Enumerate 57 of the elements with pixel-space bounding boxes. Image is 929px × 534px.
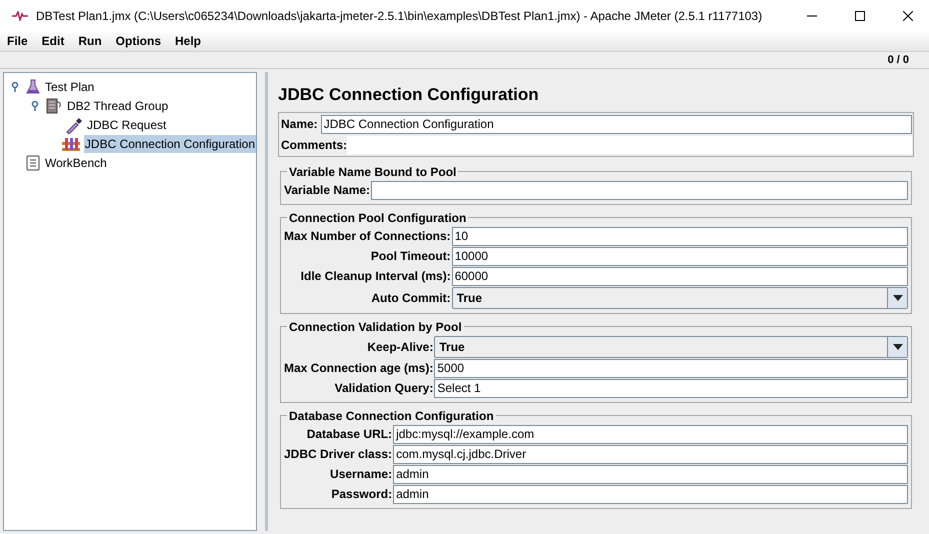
field-label: Database URL: (306, 426, 394, 443)
field-label: Max Number of Connections: (284, 228, 452, 245)
field-label: Username: (329, 466, 394, 483)
maximize-icon[interactable] (855, 10, 865, 20)
input-field[interactable]: 10000 (452, 246, 908, 266)
field-label: Auto Commit: (370, 290, 452, 306)
input-field[interactable]: com.mysql.cj.jdbc.Driver (393, 444, 908, 464)
expanded-handle-icon[interactable] (10, 82, 20, 92)
error-counter: 0 / 0 (888, 52, 909, 68)
tree-item[interactable]: JDBC Connection Configuration (84, 134, 256, 152)
field-label: JDBC Driver class: (284, 446, 394, 463)
field-label: Comments: (280, 136, 348, 154)
input-field[interactable]: 5000 (434, 358, 908, 378)
field-label: Max Connection age (ms): (284, 360, 434, 377)
field-label: Pool Timeout: (370, 248, 452, 265)
caret-icon (892, 344, 902, 350)
panel-title: JDBC Connection Configuration (278, 84, 540, 106)
menu-item[interactable]: Run (71, 32, 109, 50)
section-legend: Database Connection Configuration (287, 406, 496, 424)
input-field[interactable]: Select 1 (434, 378, 908, 398)
menu-item[interactable]: Help (168, 32, 208, 50)
input-field[interactable]: jdbc:mysql://example.com (393, 424, 908, 444)
tree-item[interactable]: JDBC Request (86, 116, 168, 134)
flask-icon (25, 78, 41, 94)
input-field[interactable] (371, 180, 908, 200)
dropper-icon (65, 116, 83, 134)
caret-icon (892, 294, 902, 300)
section-legend: Connection Pool Configuration (287, 208, 468, 226)
input-field[interactable]: admin (393, 484, 908, 504)
test-tubes-icon (60, 136, 81, 152)
section-legend: Variable Name Bound to Pool (287, 162, 458, 180)
comments-field[interactable] (347, 136, 912, 154)
input-field[interactable]: 10 (452, 226, 908, 246)
menu-item[interactable]: Options (108, 32, 168, 50)
menu-item[interactable]: Edit (34, 32, 72, 50)
section-legend: Connection Validation by Pool (287, 318, 464, 336)
dropdown[interactable]: True (452, 286, 908, 308)
input-field[interactable]: 60000 (452, 266, 908, 286)
field-label: Variable Name: (284, 182, 372, 199)
tree-item[interactable]: WorkBench (44, 154, 108, 172)
input-field[interactable]: JDBC Connection Configuration (320, 114, 912, 134)
field-label: Password: (330, 486, 394, 503)
close-icon[interactable] (903, 10, 913, 20)
tree-item[interactable]: Test Plan (44, 78, 96, 96)
field-label: Name: (280, 116, 318, 133)
dropdown[interactable]: True (434, 336, 908, 358)
field-label: Idle Cleanup Interval (ms): (300, 268, 452, 285)
app-icon (12, 10, 28, 20)
input-field[interactable]: admin (393, 464, 908, 484)
field-label: Keep-Alive: (366, 338, 434, 356)
clipboard-icon (25, 154, 41, 170)
field-label: Validation Query: (334, 380, 434, 397)
tree-item[interactable]: DB2 Thread Group (66, 96, 170, 114)
expanded-handle-icon[interactable] (30, 100, 40, 110)
menu-item[interactable]: File (0, 32, 35, 50)
spool-icon (45, 98, 63, 114)
window-title: DBTest Plan1.jmx (C:\Users\c065234\Downloads\jakarta-jmeter-2.5.1\bin\examples\DBTest Plan1.jmx) - Apache JMeter (2.5.1 r1177103) (36, 8, 764, 24)
